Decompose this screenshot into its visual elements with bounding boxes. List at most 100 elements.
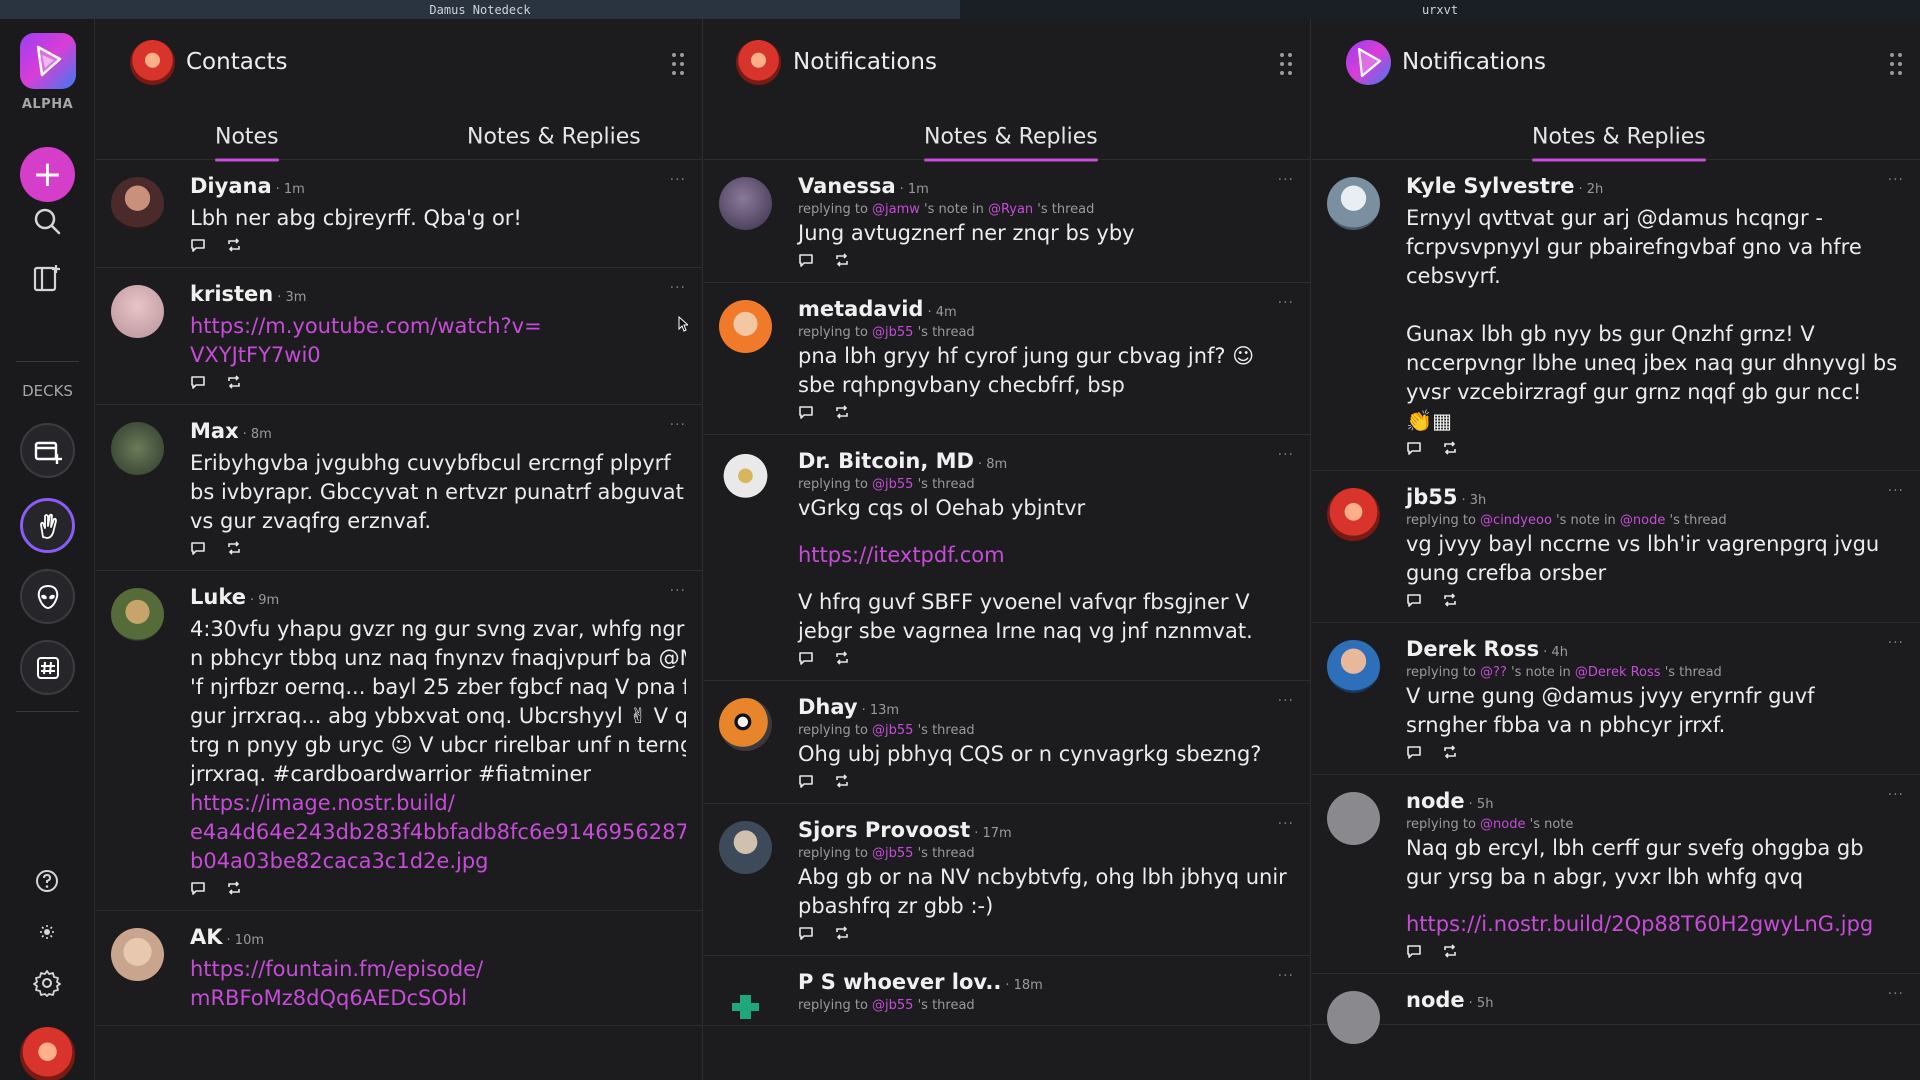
repost-icon[interactable] xyxy=(834,650,850,666)
repost-icon[interactable] xyxy=(834,925,850,941)
reply-icon[interactable] xyxy=(190,237,206,253)
drag-grip-icon[interactable] xyxy=(672,53,684,75)
more-options-icon[interactable]: ··· xyxy=(1888,635,1904,651)
repost-icon[interactable] xyxy=(1442,592,1458,608)
mention-link[interactable]: @jb55 xyxy=(872,477,913,492)
avatar[interactable] xyxy=(111,928,164,981)
repost-icon[interactable] xyxy=(834,773,850,789)
compose-button[interactable]: + xyxy=(20,147,75,202)
more-options-icon[interactable]: ··· xyxy=(670,172,686,188)
repost-icon[interactable] xyxy=(834,404,850,420)
more-options-icon[interactable]: ··· xyxy=(670,417,686,433)
search-icon[interactable] xyxy=(28,202,66,240)
note-item[interactable]: ··· Sjors Provoost · 17m replying to @jb5… xyxy=(704,804,1310,956)
add-column-icon[interactable] xyxy=(28,259,66,297)
repost-icon[interactable] xyxy=(226,540,242,556)
drag-grip-icon[interactable] xyxy=(1280,53,1292,75)
note-link[interactable]: https://i.nostr.build/2Qp88T60H2gwyLnG.j… xyxy=(1406,912,1873,936)
avatar[interactable] xyxy=(111,588,164,641)
author-name[interactable]: kristen xyxy=(190,282,273,306)
damus-logo[interactable] xyxy=(20,33,76,89)
note-item[interactable]: ··· Luke · 9m 4:30vfu yhapu gvzr ng gur s… xyxy=(96,571,702,911)
user-avatar[interactable] xyxy=(20,1027,75,1080)
author-name[interactable]: Sjors Provoost xyxy=(798,818,970,842)
reply-icon[interactable] xyxy=(798,925,814,941)
repost-icon[interactable] xyxy=(226,237,242,253)
repost-icon[interactable] xyxy=(1442,744,1458,760)
note-item[interactable]: ··· Diyana · 1m Lbh ner abg cbjreyrff. Qb… xyxy=(96,160,702,268)
author-name[interactable]: Diyana xyxy=(190,174,272,198)
reply-icon[interactable] xyxy=(190,374,206,390)
mention-link[interactable]: @Ryan xyxy=(988,202,1033,217)
reply-icon[interactable] xyxy=(1406,744,1422,760)
more-options-icon[interactable]: ··· xyxy=(1278,295,1294,311)
author-name[interactable]: Vanessa xyxy=(798,174,896,198)
note-item[interactable]: ··· kristen · 3m https://m.youtube.com/wa… xyxy=(96,268,702,405)
deck-alien-button[interactable] xyxy=(20,569,75,624)
note-item[interactable]: ··· P S whoever lov.. · 18m replying to @… xyxy=(704,956,1310,1026)
author-name[interactable]: Dr. Bitcoin, MD xyxy=(798,449,974,473)
avatar[interactable] xyxy=(1327,640,1380,693)
avatar[interactable] xyxy=(719,452,772,505)
add-deck-button[interactable] xyxy=(20,423,75,478)
reply-icon[interactable] xyxy=(1406,440,1422,456)
note-item[interactable]: ··· Max · 8m Eribyhgvba jvgubhg cuvybfbcu… xyxy=(96,405,702,571)
author-name[interactable]: node xyxy=(1406,789,1465,813)
note-item[interactable]: ··· Dhay · 13m replying to @jb55 's threa… xyxy=(704,681,1310,804)
avatar[interactable] xyxy=(719,300,772,353)
note-item[interactable]: ··· Vanessa · 1m replying to @jamw 's not… xyxy=(704,160,1310,283)
repost-icon[interactable] xyxy=(834,252,850,268)
reply-icon[interactable] xyxy=(798,773,814,789)
author-name[interactable]: Derek Ross xyxy=(1406,637,1539,661)
note-item[interactable]: ··· jb55 · 3h replying to @cindyeoo 's no… xyxy=(1312,471,1920,623)
author-name[interactable]: AK xyxy=(190,925,223,949)
tab-notes-replies[interactable]: Notes & Replies xyxy=(1532,125,1706,162)
avatar[interactable] xyxy=(719,973,772,1026)
mention-link[interactable]: @Derek Ross xyxy=(1575,665,1661,680)
author-name[interactable]: metadavid xyxy=(798,297,923,321)
reply-icon[interactable] xyxy=(190,880,206,896)
more-options-icon[interactable]: ··· xyxy=(1888,787,1904,803)
note-link[interactable]: https://fountain.fm/episode/ mRBFoMz8dQq… xyxy=(190,957,483,1010)
help-icon[interactable] xyxy=(28,862,66,900)
tab-notes-replies[interactable]: Notes & Replies xyxy=(467,125,641,150)
wm-tab-urxvt[interactable]: urxvt xyxy=(960,0,1920,19)
drag-grip-icon[interactable] xyxy=(1890,53,1902,75)
tab-notes-replies[interactable]: Notes & Replies xyxy=(924,125,1098,162)
note-feed[interactable]: ··· Diyana · 1m Lbh ner abg cbjreyrff. Qb… xyxy=(96,160,702,1026)
note-item[interactable]: ··· Kyle Sylvestre · 2h Ernyyl qvttvat gu… xyxy=(1312,160,1920,471)
mention-link[interactable]: @jb55 xyxy=(872,723,913,738)
note-feed[interactable]: ··· Vanessa · 1m replying to @jamw 's not… xyxy=(704,160,1310,1026)
mention-link[interactable]: @cindyeoo xyxy=(1480,513,1552,528)
note-link[interactable]: https://itextpdf.com xyxy=(798,543,1005,567)
reply-icon[interactable] xyxy=(798,404,814,420)
more-options-icon[interactable]: ··· xyxy=(1278,447,1294,463)
more-options-icon[interactable]: ··· xyxy=(670,280,686,296)
mention-link[interactable]: @jb55 xyxy=(872,325,913,340)
wm-tab-notedeck[interactable]: Damus Notedeck xyxy=(0,0,960,19)
note-item[interactable]: ··· Derek Ross · 4h replying to @?? 's no… xyxy=(1312,623,1920,775)
avatar[interactable] xyxy=(111,177,164,230)
more-options-icon[interactable]: ··· xyxy=(1888,483,1904,499)
avatar[interactable] xyxy=(1327,488,1380,541)
author-name[interactable]: Luke xyxy=(190,585,246,609)
mention-link[interactable]: @jb55 xyxy=(872,846,913,861)
reply-icon[interactable] xyxy=(798,650,814,666)
note-link[interactable]: https://image.nostr.build/ e4a4d64e243db… xyxy=(190,791,686,873)
deck-hand-button[interactable] xyxy=(20,498,75,553)
author-name[interactable]: jb55 xyxy=(1406,485,1457,509)
avatar[interactable] xyxy=(719,698,772,751)
repost-icon[interactable] xyxy=(1442,943,1458,959)
note-item[interactable]: ··· node · 5h xyxy=(1312,974,1920,1044)
mention-link[interactable]: @node xyxy=(1620,513,1665,528)
more-options-icon[interactable]: ··· xyxy=(1888,986,1904,1002)
avatar[interactable] xyxy=(1327,177,1380,230)
author-name[interactable]: Kyle Sylvestre xyxy=(1406,174,1574,198)
more-options-icon[interactable]: ··· xyxy=(1278,968,1294,984)
mention-link[interactable]: @jb55 xyxy=(872,998,913,1013)
more-options-icon[interactable]: ··· xyxy=(1888,172,1904,188)
avatar[interactable] xyxy=(1327,792,1380,845)
note-feed[interactable]: ··· Kyle Sylvestre · 2h Ernyyl qvttvat gu… xyxy=(1312,160,1920,1044)
reply-icon[interactable] xyxy=(190,540,206,556)
mention-link[interactable]: @jamw xyxy=(872,202,920,217)
